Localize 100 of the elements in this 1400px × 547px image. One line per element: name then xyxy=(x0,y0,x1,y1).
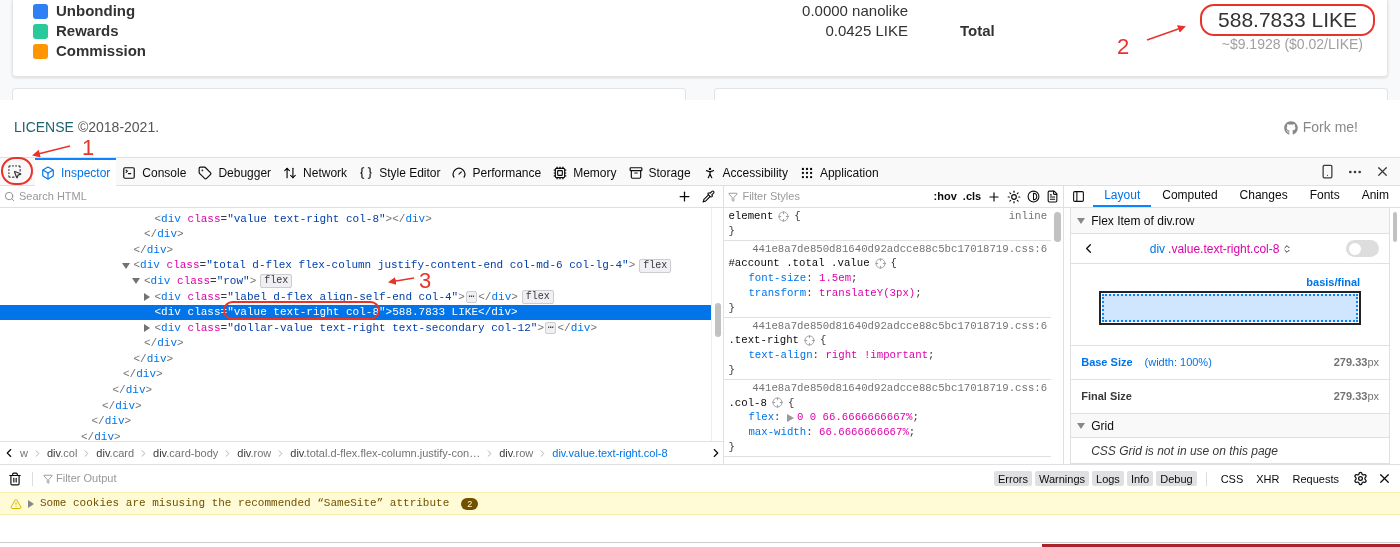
devtools-tab[interactable]: Performance xyxy=(446,157,548,186)
css-declaration[interactable]: font-size: 1.5em; xyxy=(728,271,1048,286)
flex-item-selector[interactable]: div .value.text-right.col-8 xyxy=(1149,239,1293,258)
filter-styles-field[interactable]: Filter Styles xyxy=(742,188,863,205)
scrollbar-thumb[interactable] xyxy=(714,303,721,337)
devtools-tab[interactable]: Storage xyxy=(622,157,697,186)
flex-badge[interactable]: flex xyxy=(639,258,672,273)
html-line[interactable]: <div class="dollar-value text-right text-secondary col-12"> ⋯ </div> xyxy=(0,320,598,336)
breadcrumb[interactable]: div.row xyxy=(499,444,534,462)
html-line[interactable]: <div class="label d-flex align-self-end col-4"> ⋯ </div> flex xyxy=(0,288,554,305)
sidebar-tab[interactable]: Fonts xyxy=(1298,186,1351,207)
stylesheet-link[interactable]: 441e8a7de850d81640d92adcce88c5bc17018719.css:6 xyxy=(728,380,1048,396)
license-link[interactable]: LICENSE xyxy=(14,117,74,138)
request-filter-button[interactable]: Requests xyxy=(1287,471,1344,486)
highlight-icon[interactable] xyxy=(874,258,886,270)
close-icon[interactable] xyxy=(1375,164,1390,179)
html-line[interactable]: </div> xyxy=(0,413,132,430)
log-filter-button[interactable]: Info xyxy=(1126,471,1154,486)
sidebar-tab[interactable]: Changes xyxy=(1228,186,1299,207)
breadcrumb[interactable]: div.total.d-flex.flex-column.justify-con… xyxy=(290,444,481,462)
twisty-icon[interactable] xyxy=(1077,421,1086,430)
eyedropper-icon[interactable] xyxy=(702,190,716,203)
trash-icon[interactable] xyxy=(8,471,22,486)
sort-icon xyxy=(1282,243,1293,254)
grid-note: CSS Grid is not in use on this page xyxy=(1091,442,1278,460)
archive-icon xyxy=(628,165,643,180)
devtools-tab[interactable]: Debugger xyxy=(192,157,278,186)
devtools-tab[interactable]: Inspector xyxy=(35,157,117,186)
flex-badge[interactable]: flex xyxy=(260,274,293,289)
request-filter-button[interactable]: CSS xyxy=(1215,471,1249,486)
sidebar-tab[interactable]: Computed xyxy=(1151,186,1229,207)
cls-button[interactable]: .cls xyxy=(962,188,982,205)
sidebar-tab[interactable]: Anim xyxy=(1350,186,1400,207)
breadcrumb[interactable]: w xyxy=(20,444,28,462)
scrollbar-thumb[interactable] xyxy=(1393,212,1397,242)
legend-label: Commission xyxy=(56,40,146,61)
search-html-field[interactable]: Search HTML xyxy=(19,188,672,205)
stylesheet-link[interactable]: 441e8a7de850d81640d92adcce88c5bc17018719.css:6 xyxy=(728,318,1048,334)
devtools-tab[interactable]: Console xyxy=(116,157,193,186)
breadcrumb[interactable]: div.col xyxy=(46,444,78,462)
twisty-icon[interactable] xyxy=(1077,216,1086,225)
log-filter-button[interactable]: Errors xyxy=(994,471,1032,486)
request-filter-button[interactable]: XHR xyxy=(1251,471,1285,486)
highlight-icon[interactable] xyxy=(771,397,783,409)
highlight-toggle[interactable] xyxy=(1346,240,1379,257)
section-header[interactable]: Grid xyxy=(1071,414,1389,438)
css-selector[interactable]: .text-right xyxy=(728,333,799,349)
settings-icon[interactable] xyxy=(1353,471,1368,486)
devtools-tab[interactable]: Style Editor xyxy=(353,157,447,186)
contrast-icon[interactable] xyxy=(1027,190,1041,203)
html-line[interactable]: <div class="row"> flex xyxy=(0,273,293,289)
sun-icon[interactable] xyxy=(1007,189,1022,204)
breadcrumb[interactable]: div.card xyxy=(96,444,135,462)
css-selector[interactable]: #account .total .value xyxy=(728,256,870,272)
close-icon[interactable] xyxy=(1377,471,1392,486)
hov-button[interactable]: :hov xyxy=(933,188,957,205)
braces-icon xyxy=(359,165,374,180)
brace-text: } xyxy=(728,301,735,314)
stylesheet-link[interactable]: 441e8a7de850d81640d92adcce88c5bc17018719.css:6 xyxy=(728,241,1048,257)
breadcrumb[interactable]: div.row xyxy=(237,444,272,462)
css-selector[interactable]: element xyxy=(728,209,774,224)
html-line[interactable]: <div class="total d-flex flex-column justify-content-end col-md-6 col-lg-4"> flex xyxy=(0,257,672,274)
scrollbar-thumb[interactable] xyxy=(1053,212,1061,242)
html-line[interactable]: </div> xyxy=(0,366,163,383)
html-line[interactable]: </div> xyxy=(0,398,142,414)
responsive-icon[interactable] xyxy=(1320,164,1335,179)
fork-link[interactable]: Fork me! xyxy=(1283,117,1358,138)
css-declaration[interactable]: text-align: right !important; xyxy=(728,348,1048,363)
devtools-tab[interactable]: Network xyxy=(277,157,354,186)
html-line[interactable]: </div> xyxy=(0,382,153,399)
html-line[interactable]: </div> xyxy=(0,335,184,352)
add-node-icon[interactable] xyxy=(677,189,693,204)
log-filter-button[interactable]: Debug xyxy=(1156,471,1197,486)
devtools-tab[interactable]: Accessibility xyxy=(696,157,794,186)
sidebar-toggle-icon[interactable] xyxy=(1072,190,1086,203)
highlight-icon[interactable] xyxy=(778,210,790,222)
expand-triangle-icon[interactable] xyxy=(786,413,794,422)
html-line[interactable]: </div> xyxy=(0,226,184,243)
css-declaration[interactable]: transform: translateY(3px); xyxy=(728,286,1048,301)
document-icon[interactable] xyxy=(1046,190,1060,203)
devtools-tab[interactable]: Memory xyxy=(547,157,623,186)
html-line[interactable]: <div class="value text-right col-8"></div> xyxy=(0,211,432,227)
css-declaration[interactable]: max-width: 66.6666666667%; xyxy=(728,425,1048,440)
log-filter-button[interactable]: Warnings xyxy=(1034,471,1089,486)
twisty-icon[interactable] xyxy=(28,499,34,508)
console-message[interactable]: Some cookies are misusing the recommended “SameSite” attribute 2 xyxy=(0,492,1400,515)
html-line[interactable]: </div> xyxy=(0,351,174,367)
css-declaration[interactable]: flex: 0 0 66.6666666667%; xyxy=(728,410,1048,426)
devtools-tab[interactable]: Application xyxy=(793,157,885,186)
html-line[interactable]: </div> xyxy=(0,242,174,258)
breadcrumb[interactable]: div.card-body xyxy=(153,444,219,462)
breadcrumb[interactable]: div.value.text-right.col-8 xyxy=(552,444,668,462)
filter-output-field[interactable]: Filter Output xyxy=(56,470,256,487)
highlight-icon[interactable] xyxy=(804,335,815,347)
html-line[interactable]: </div> xyxy=(0,429,121,441)
add-rule-icon[interactable] xyxy=(987,189,1002,204)
css-selector[interactable]: .col-8 xyxy=(728,395,767,411)
flex-badge[interactable]: flex xyxy=(521,289,554,304)
log-filter-button[interactable]: Logs xyxy=(1092,471,1124,486)
section-header[interactable]: Flex Item of div.row xyxy=(1071,208,1389,234)
